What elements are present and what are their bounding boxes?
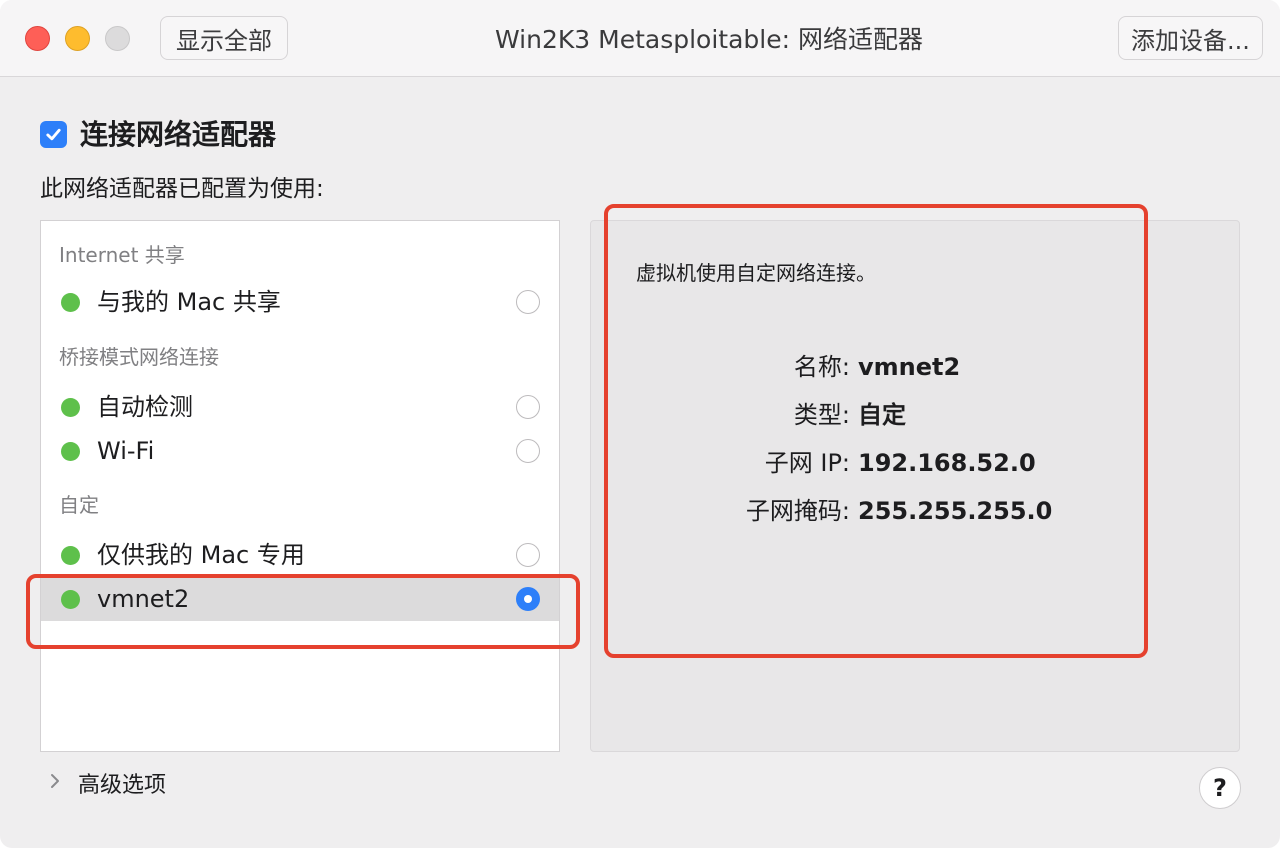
advanced-options-label: 高级选项 — [78, 773, 167, 798]
minimize-window-button[interactable] — [65, 26, 90, 51]
list-item-wifi[interactable]: Wi-Fi — [41, 429, 559, 473]
list-item-autodetect[interactable]: 自动检测 — [41, 385, 559, 429]
network-source-list: Internet 共享 与我的 Mac 共享 桥接模式网络连接 自动检测 Wi-… — [40, 220, 560, 752]
checkmark-icon — [46, 128, 61, 141]
group-header-bridged: 桥接模式网络连接 — [59, 345, 219, 369]
radio-private-to-mac[interactable] — [516, 543, 540, 567]
status-dot-icon — [61, 442, 80, 461]
configured-label: 此网络适配器已配置为使用: — [40, 176, 324, 202]
show-all-button[interactable]: 显示全部 — [160, 16, 288, 60]
list-item-label: 自动检测 — [97, 393, 193, 421]
preferences-window: 显示全部 Win2K3 Metasploitable: 网络适配器 添加设备..… — [0, 0, 1280, 848]
group-header-internet-sharing: Internet 共享 — [59, 243, 185, 267]
highlight-annotation-detail-panel — [604, 204, 1148, 658]
status-dot-icon — [61, 398, 80, 417]
radio-autodetect[interactable] — [516, 395, 540, 419]
radio-wifi[interactable] — [516, 439, 540, 463]
connect-adapter-label[interactable]: 连接网络适配器 — [80, 116, 276, 154]
zoom-window-button[interactable] — [105, 26, 130, 51]
advanced-options-disclosure[interactable]: 高级选项 — [40, 766, 166, 800]
group-header-custom: 自定 — [59, 493, 99, 517]
highlight-annotation-selected-network — [26, 574, 580, 649]
status-dot-icon — [61, 546, 80, 565]
list-item-label: Wi-Fi — [97, 437, 155, 465]
add-device-button[interactable]: 添加设备... — [1118, 16, 1263, 60]
status-dot-icon — [61, 293, 80, 312]
titlebar: 显示全部 Win2K3 Metasploitable: 网络适配器 添加设备..… — [0, 0, 1280, 77]
connect-adapter-checkbox[interactable] — [40, 121, 67, 148]
window-title: Win2K3 Metasploitable: 网络适配器 — [495, 25, 923, 54]
list-item-share-with-mac[interactable]: 与我的 Mac 共享 — [41, 280, 559, 324]
close-window-button[interactable] — [25, 26, 50, 51]
help-button[interactable]: ? — [1199, 767, 1241, 809]
list-item-label: 仅供我的 Mac 专用 — [97, 541, 305, 569]
list-item-label: 与我的 Mac 共享 — [97, 288, 281, 316]
radio-share-with-mac[interactable] — [516, 290, 540, 314]
chevron-right-icon — [40, 771, 70, 796]
list-item-private-to-mac[interactable]: 仅供我的 Mac 专用 — [41, 533, 559, 577]
